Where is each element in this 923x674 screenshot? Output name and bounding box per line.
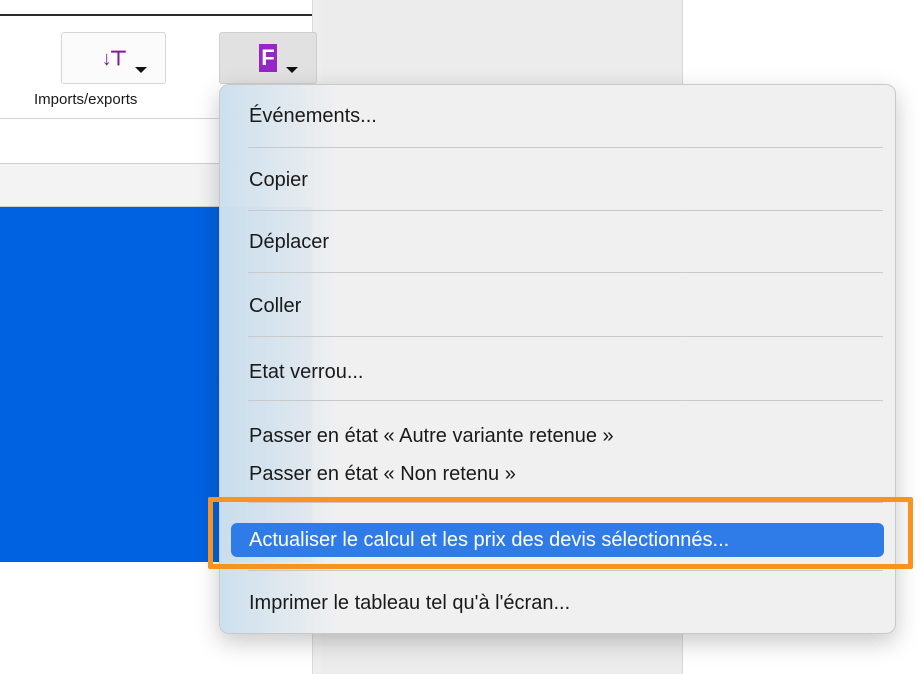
menu-separator — [248, 210, 883, 211]
menu-separator — [248, 147, 883, 148]
f-menu-button[interactable]: F — [219, 32, 317, 84]
window-top-edge — [0, 14, 320, 16]
menu-item-imprimer-tableau[interactable]: Imprimer le tableau tel qu'à l'écran... — [231, 586, 884, 620]
menu-item-autre-variante[interactable]: Passer en état « Autre variante retenue … — [231, 419, 884, 453]
menu-item-coller[interactable]: Coller — [231, 289, 884, 323]
f-app-icon: F — [259, 44, 277, 72]
imports-exports-label: Imports/exports — [34, 91, 138, 108]
import-export-icon: ↓⊤ — [101, 47, 127, 70]
menu-item-copier[interactable]: Copier — [231, 163, 884, 197]
menu-item-non-retenu[interactable]: Passer en état « Non retenu » — [231, 457, 884, 491]
menu-separator — [248, 570, 883, 571]
menu-separator — [248, 400, 883, 401]
menu-separator — [248, 272, 883, 273]
menu-item-etat-verrou[interactable]: Etat verrou... — [231, 355, 884, 389]
menu-item-deplacer[interactable]: Déplacer — [231, 225, 884, 259]
chevron-down-icon — [286, 67, 298, 73]
menu-item-evenements[interactable]: Événements... — [231, 99, 884, 133]
chevron-down-icon — [135, 67, 147, 73]
menu-separator — [248, 336, 883, 337]
imports-exports-button[interactable]: ↓⊤ — [61, 32, 166, 84]
annotation-highlight-box — [208, 497, 913, 569]
